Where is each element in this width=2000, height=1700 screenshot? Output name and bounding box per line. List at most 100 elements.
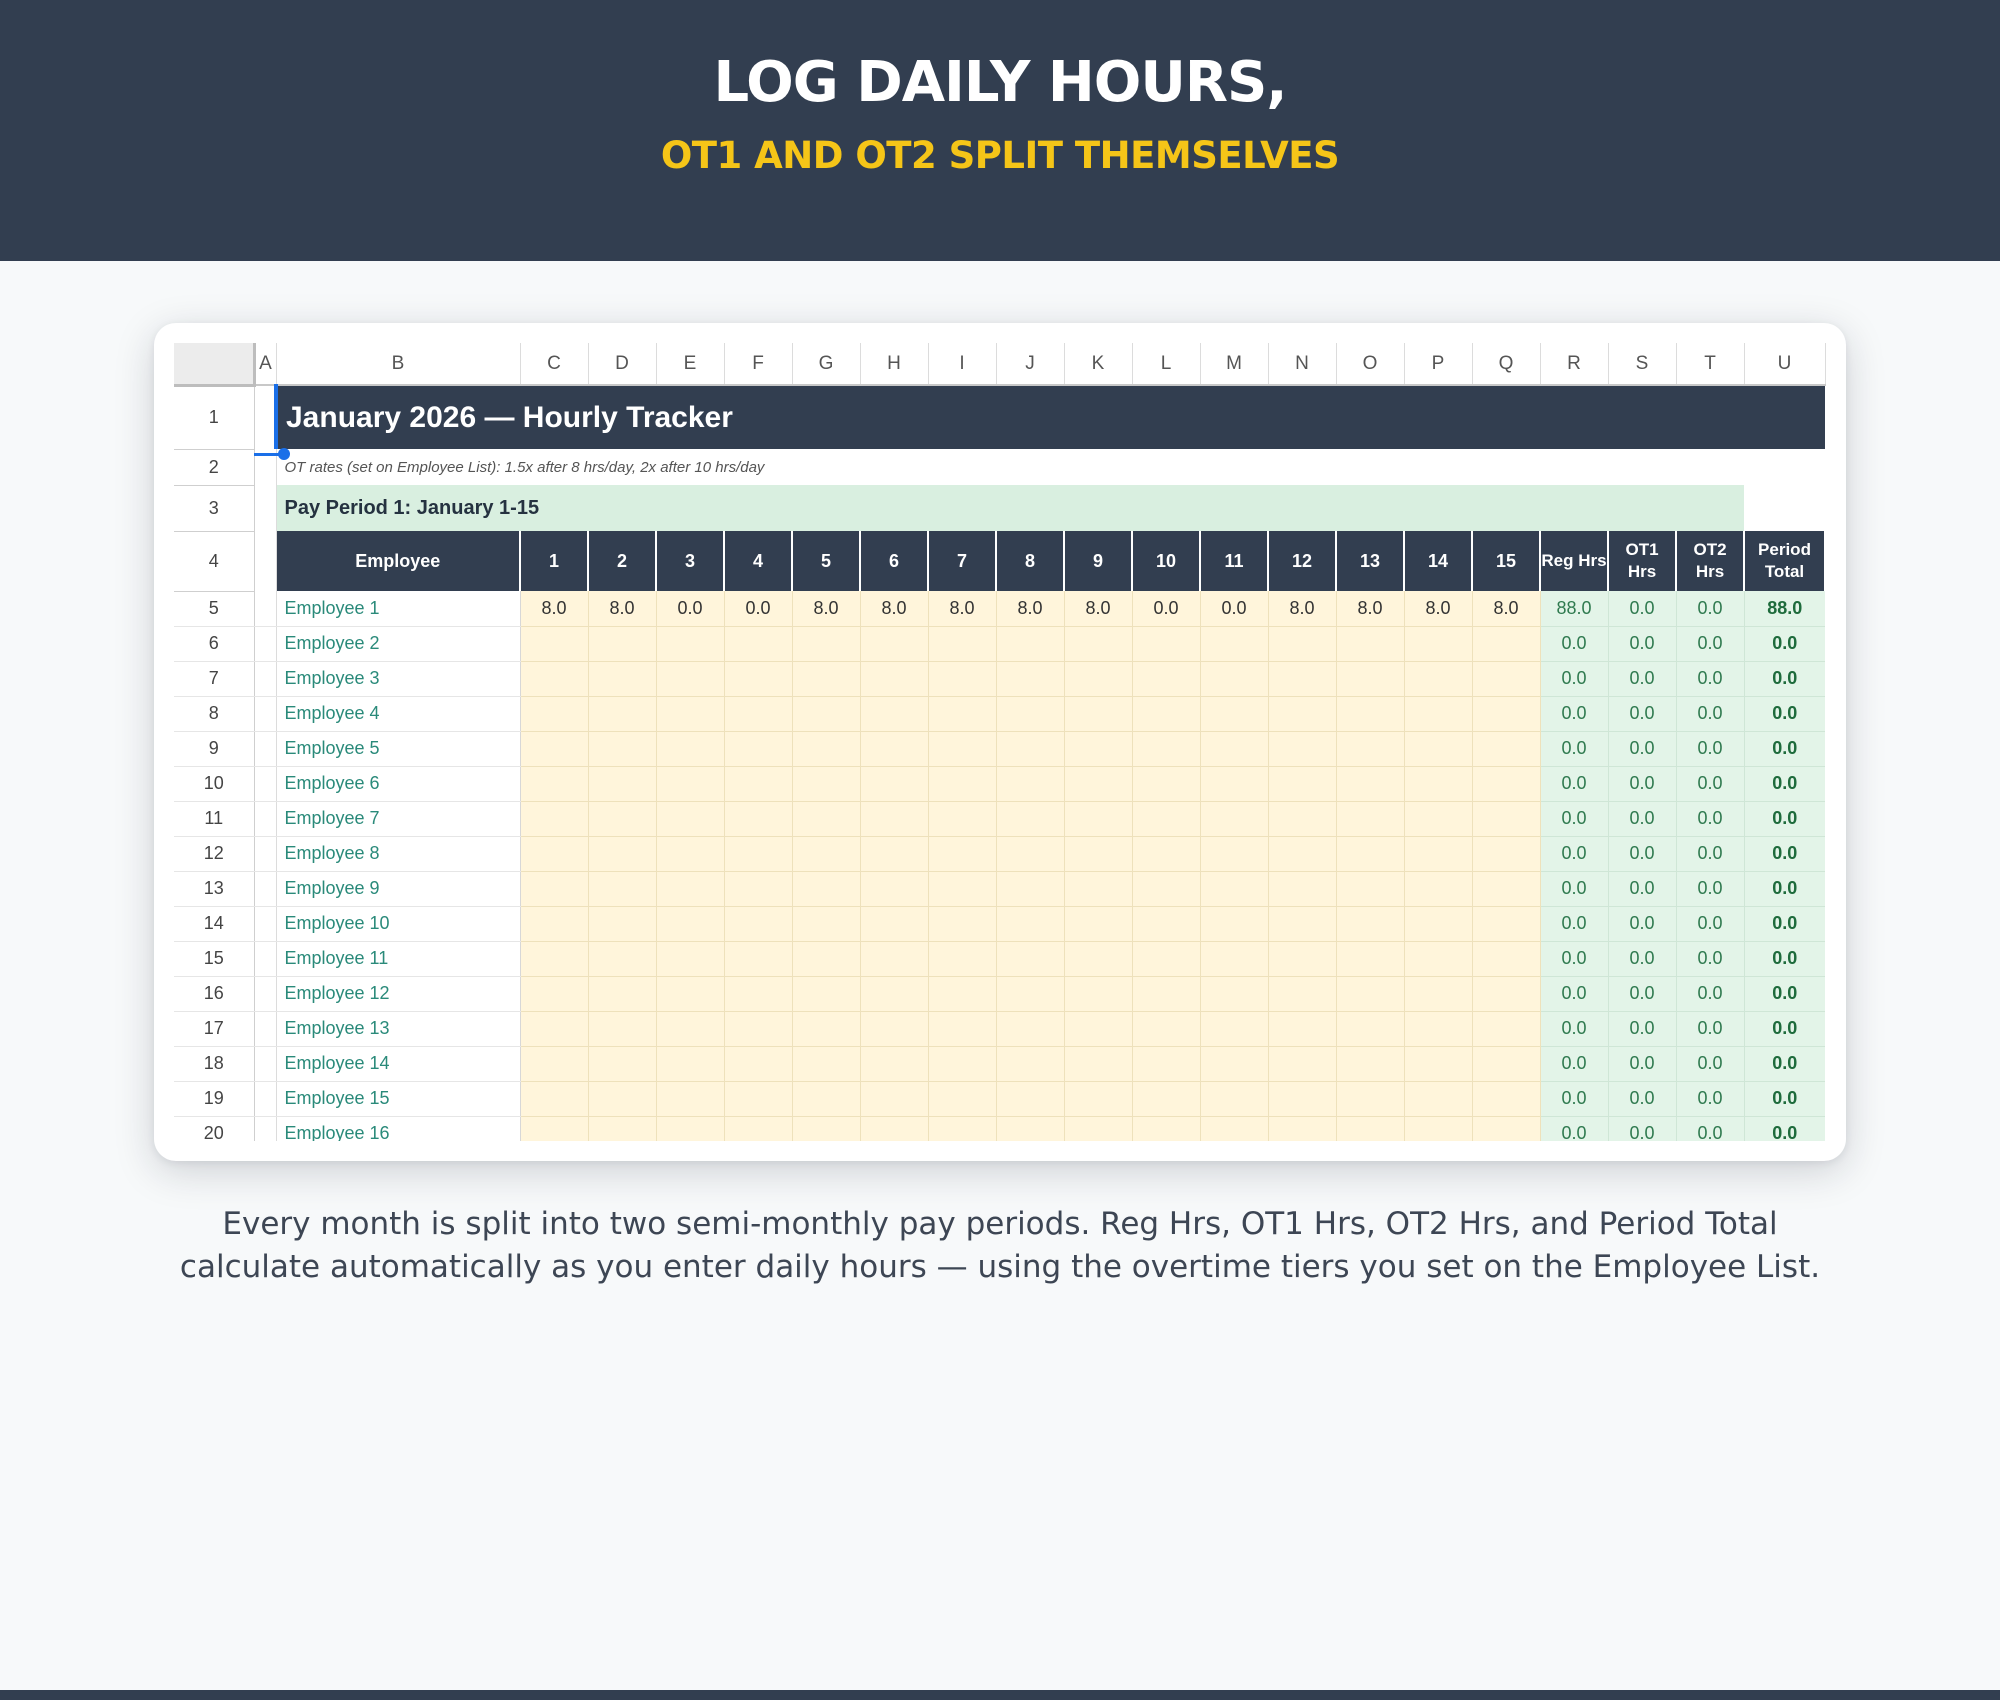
reg-hrs-cell[interactable]: 0.0 — [1540, 836, 1609, 872]
daily-hours-cell[interactable] — [860, 976, 929, 1012]
daily-hours-cell[interactable] — [588, 871, 657, 907]
row-header-14[interactable]: 14 — [174, 906, 255, 942]
daily-hours-cell[interactable] — [1200, 731, 1269, 767]
ot1-hrs-cell[interactable]: 0.0 — [1608, 591, 1677, 627]
daily-hours-cell[interactable] — [1404, 871, 1473, 907]
daily-hours-cell[interactable] — [1336, 906, 1405, 942]
daily-hours-cell[interactable] — [1064, 766, 1133, 802]
daily-hours-cell[interactable] — [520, 1046, 589, 1082]
daily-hours-cell[interactable] — [724, 766, 793, 802]
ot2-hrs-cell[interactable]: 0.0 — [1676, 1081, 1745, 1117]
daily-hours-cell[interactable] — [996, 906, 1065, 942]
daily-hours-cell[interactable] — [656, 1116, 725, 1141]
period-total-cell[interactable]: 0.0 — [1744, 906, 1825, 942]
row-header-16[interactable]: 16 — [174, 976, 255, 1012]
daily-hours-cell[interactable] — [792, 906, 861, 942]
daily-hours-cell[interactable] — [1336, 766, 1405, 802]
daily-hours-cell[interactable] — [996, 801, 1065, 837]
daily-hours-cell[interactable] — [656, 696, 725, 732]
employee-name-cell[interactable]: Employee 16 — [276, 1116, 521, 1141]
daily-hours-cell[interactable] — [996, 976, 1065, 1012]
daily-hours-cell[interactable] — [1200, 626, 1269, 662]
employee-name-cell[interactable]: Employee 4 — [276, 696, 521, 732]
daily-hours-cell[interactable] — [520, 661, 589, 697]
column-header-h[interactable]: H — [860, 343, 929, 386]
daily-hours-cell[interactable] — [1472, 871, 1541, 907]
daily-hours-cell[interactable] — [1200, 1081, 1269, 1117]
daily-hours-cell[interactable] — [792, 731, 861, 767]
daily-hours-cell[interactable] — [520, 626, 589, 662]
column-header-a[interactable]: A — [254, 343, 277, 386]
ot2-hrs-cell[interactable]: 0.0 — [1676, 871, 1745, 907]
daily-hours-cell[interactable] — [928, 1046, 997, 1082]
ot1-hrs-cell[interactable]: 0.0 — [1608, 1081, 1677, 1117]
column-header-c[interactable]: C — [520, 343, 589, 386]
daily-hours-cell[interactable] — [1200, 1116, 1269, 1141]
daily-hours-cell[interactable] — [996, 696, 1065, 732]
employee-name-cell[interactable]: Employee 8 — [276, 836, 521, 872]
daily-hours-cell[interactable] — [1336, 1011, 1405, 1047]
row-header-4[interactable]: 4 — [174, 531, 255, 592]
daily-hours-cell[interactable] — [724, 626, 793, 662]
row-header-19[interactable]: 19 — [174, 1081, 255, 1117]
cell-a[interactable] — [254, 836, 277, 872]
day-header-3[interactable]: 3 — [656, 531, 725, 591]
daily-hours-cell[interactable] — [928, 906, 997, 942]
daily-hours-cell[interactable] — [928, 941, 997, 977]
daily-hours-cell[interactable] — [1200, 941, 1269, 977]
period-total-cell[interactable]: 0.0 — [1744, 696, 1825, 732]
cell-v3[interactable] — [1744, 485, 1825, 531]
daily-hours-cell[interactable]: 8.0 — [792, 591, 861, 627]
cell-a[interactable] — [254, 696, 277, 732]
daily-hours-cell[interactable] — [1268, 976, 1337, 1012]
daily-hours-cell[interactable] — [1268, 801, 1337, 837]
daily-hours-cell[interactable] — [656, 941, 725, 977]
ot2-hrs-cell[interactable]: 0.0 — [1676, 1046, 1745, 1082]
period-total-cell[interactable]: 0.0 — [1744, 871, 1825, 907]
employee-name-cell[interactable]: Employee 6 — [276, 766, 521, 802]
reg-hrs-cell[interactable]: 0.0 — [1540, 906, 1609, 942]
daily-hours-cell[interactable] — [1472, 696, 1541, 732]
daily-hours-cell[interactable] — [520, 941, 589, 977]
daily-hours-cell[interactable] — [1200, 1046, 1269, 1082]
period-total-cell[interactable]: 0.0 — [1744, 731, 1825, 767]
cell-a1[interactable] — [254, 385, 277, 449]
period-total-cell[interactable]: 0.0 — [1744, 976, 1825, 1012]
period-total-cell[interactable]: 0.0 — [1744, 1116, 1825, 1141]
daily-hours-cell[interactable] — [1404, 1081, 1473, 1117]
daily-hours-cell[interactable] — [1472, 731, 1541, 767]
daily-hours-cell[interactable] — [792, 976, 861, 1012]
daily-hours-cell[interactable] — [1268, 1116, 1337, 1141]
daily-hours-cell[interactable] — [792, 836, 861, 872]
daily-hours-cell[interactable] — [792, 1081, 861, 1117]
daily-hours-cell[interactable] — [1200, 661, 1269, 697]
daily-hours-cell[interactable] — [1064, 1116, 1133, 1141]
daily-hours-cell[interactable] — [1336, 941, 1405, 977]
daily-hours-cell[interactable] — [1064, 941, 1133, 977]
daily-hours-cell[interactable]: 8.0 — [1336, 591, 1405, 627]
daily-hours-cell[interactable] — [656, 766, 725, 802]
cell-a[interactable] — [254, 766, 277, 802]
column-header-p[interactable]: P — [1404, 343, 1473, 386]
sheet-title[interactable]: January 2026 — Hourly Tracker — [274, 385, 1825, 449]
ot1-hrs-cell[interactable]: 0.0 — [1608, 626, 1677, 662]
daily-hours-cell[interactable] — [1064, 661, 1133, 697]
daily-hours-cell[interactable] — [1064, 1046, 1133, 1082]
daily-hours-cell[interactable] — [996, 836, 1065, 872]
cell-a[interactable] — [254, 906, 277, 942]
daily-hours-cell[interactable] — [1132, 1046, 1201, 1082]
column-header-r[interactable]: R — [1540, 343, 1609, 386]
daily-hours-cell[interactable] — [588, 1081, 657, 1117]
cell-a[interactable] — [254, 871, 277, 907]
daily-hours-cell[interactable] — [1404, 661, 1473, 697]
pay-period-label[interactable]: Pay Period 1: January 1-15 — [276, 485, 1744, 531]
reg-hrs-cell[interactable]: 0.0 — [1540, 696, 1609, 732]
column-header-i[interactable]: I — [928, 343, 997, 386]
period-total-cell[interactable]: 0.0 — [1744, 626, 1825, 662]
daily-hours-cell[interactable] — [1268, 696, 1337, 732]
daily-hours-cell[interactable] — [588, 696, 657, 732]
column-header-t[interactable]: T — [1676, 343, 1745, 386]
daily-hours-cell[interactable] — [792, 661, 861, 697]
daily-hours-cell[interactable] — [724, 731, 793, 767]
daily-hours-cell[interactable]: 8.0 — [520, 591, 589, 627]
